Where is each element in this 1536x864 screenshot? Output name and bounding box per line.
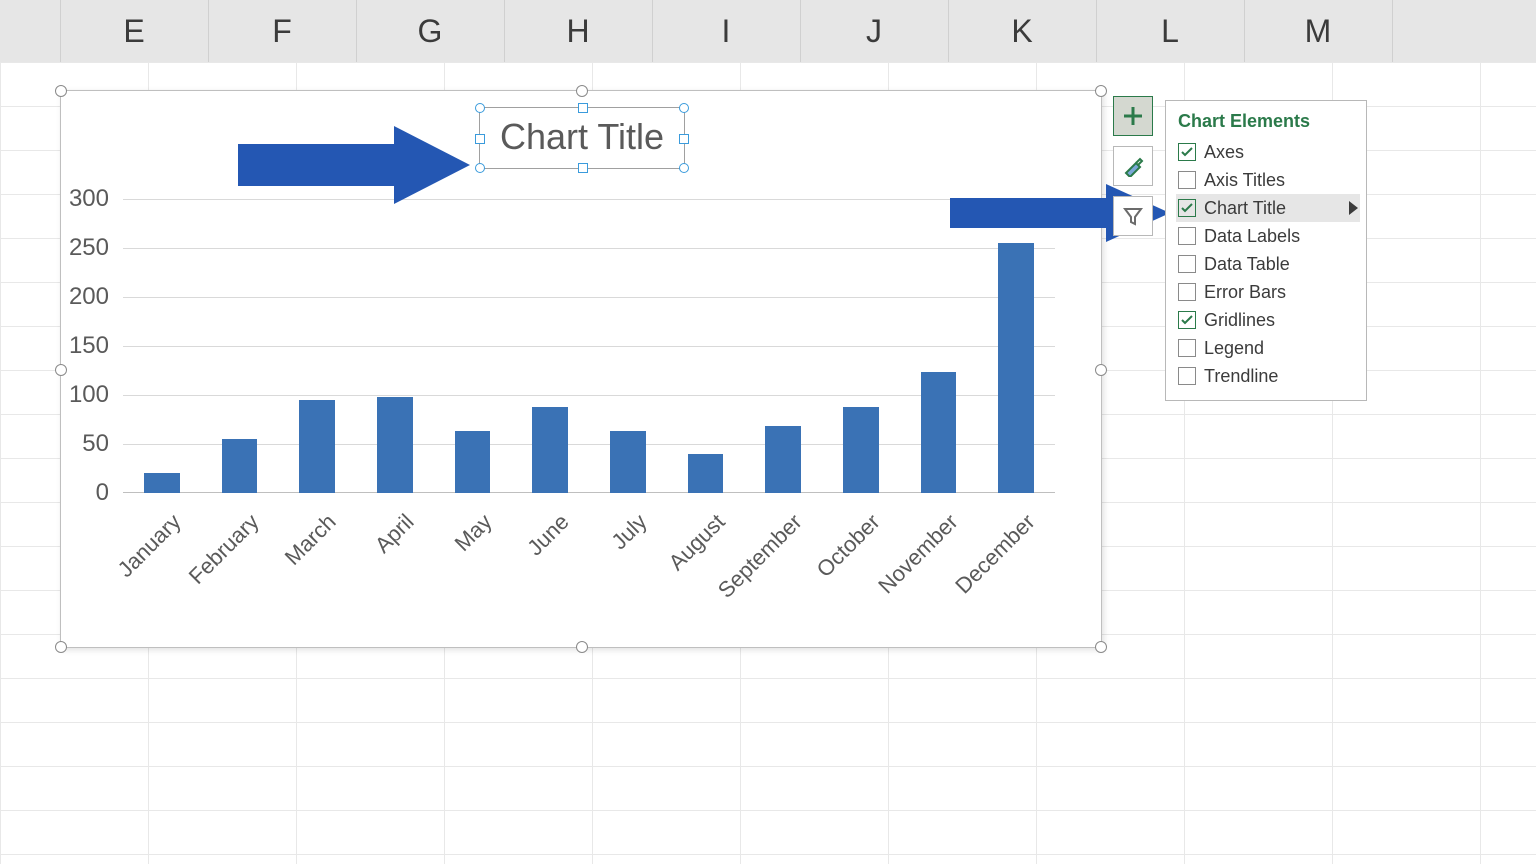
- gridline: [123, 346, 1055, 347]
- chart-element-option[interactable]: Axis Titles: [1176, 166, 1360, 194]
- column-header[interactable]: M: [1244, 0, 1393, 62]
- checkbox[interactable]: [1178, 171, 1196, 189]
- resize-handle[interactable]: [576, 85, 588, 97]
- chart-element-option[interactable]: Data Labels: [1176, 222, 1360, 250]
- chart-filters-button[interactable]: [1113, 196, 1153, 236]
- title-handle[interactable]: [578, 103, 588, 113]
- checkbox[interactable]: [1178, 199, 1196, 217]
- annotation-arrow-to-title: [238, 126, 470, 204]
- gridline: [123, 248, 1055, 249]
- flyout-title: Chart Elements: [1178, 111, 1360, 132]
- plot-area[interactable]: 050100150200250300JanuaryFebruaryMarchAp…: [123, 199, 1055, 493]
- y-tick-label: 200: [29, 283, 109, 311]
- submenu-caret-icon[interactable]: [1349, 201, 1358, 215]
- title-handle[interactable]: [679, 103, 689, 113]
- y-tick-label: 100: [29, 381, 109, 409]
- option-label: Error Bars: [1204, 282, 1286, 303]
- chart-element-option[interactable]: Legend: [1176, 334, 1360, 362]
- bar[interactable]: [299, 400, 335, 493]
- checkbox[interactable]: [1178, 255, 1196, 273]
- option-label: Data Table: [1204, 254, 1290, 275]
- checkbox[interactable]: [1178, 311, 1196, 329]
- chart-element-option[interactable]: Error Bars: [1176, 278, 1360, 306]
- title-handle[interactable]: [475, 134, 485, 144]
- column-header[interactable]: H: [504, 0, 653, 62]
- option-label: Chart Title: [1204, 198, 1286, 219]
- checkbox[interactable]: [1178, 339, 1196, 357]
- checkbox[interactable]: [1178, 367, 1196, 385]
- resize-handle[interactable]: [1095, 85, 1107, 97]
- bar[interactable]: [688, 454, 724, 493]
- column-header[interactable]: F: [208, 0, 357, 62]
- resize-handle[interactable]: [1095, 364, 1107, 376]
- chart-element-option[interactable]: Chart Title: [1176, 194, 1360, 222]
- resize-handle[interactable]: [55, 85, 67, 97]
- embedded-chart[interactable]: Chart Title 050100150200250300JanuaryFeb…: [60, 90, 1102, 648]
- column-header[interactable]: L: [1096, 0, 1245, 62]
- bar[interactable]: [998, 243, 1034, 493]
- title-handle[interactable]: [578, 163, 588, 173]
- resize-handle[interactable]: [55, 364, 67, 376]
- bar[interactable]: [765, 426, 801, 493]
- checkbox[interactable]: [1178, 283, 1196, 301]
- chart-elements-flyout: Chart Elements Axes Axis Titles Chart Titl…: [1165, 100, 1367, 401]
- title-handle[interactable]: [475, 103, 485, 113]
- column-header[interactable]: J: [800, 0, 949, 62]
- bar[interactable]: [843, 407, 879, 493]
- y-tick-label: 0: [29, 479, 109, 507]
- x-axis-line: [123, 492, 1055, 493]
- bar[interactable]: [532, 407, 568, 493]
- checkbox[interactable]: [1178, 143, 1196, 161]
- column-header[interactable]: G: [356, 0, 505, 62]
- title-handle[interactable]: [679, 134, 689, 144]
- column-header-row: EFGHIJKLM: [0, 0, 1536, 63]
- chart-title-text[interactable]: Chart Title: [480, 108, 684, 166]
- title-handle[interactable]: [679, 163, 689, 173]
- y-tick-label: 300: [29, 185, 109, 213]
- option-label: Data Labels: [1204, 226, 1300, 247]
- bar[interactable]: [921, 372, 957, 493]
- y-tick-label: 250: [29, 234, 109, 262]
- column-header[interactable]: E: [60, 0, 209, 62]
- y-tick-label: 50: [29, 430, 109, 458]
- resize-handle[interactable]: [1095, 641, 1107, 653]
- option-label: Gridlines: [1204, 310, 1275, 331]
- checkbox[interactable]: [1178, 227, 1196, 245]
- bar[interactable]: [144, 473, 180, 493]
- chart-elements-button[interactable]: [1113, 96, 1153, 136]
- y-tick-label: 150: [29, 332, 109, 360]
- chart-styles-button[interactable]: [1113, 146, 1153, 186]
- gridline: [123, 395, 1055, 396]
- option-label: Axis Titles: [1204, 170, 1285, 191]
- chart-element-option[interactable]: Trendline: [1176, 362, 1360, 390]
- chart-element-option[interactable]: Axes: [1176, 138, 1360, 166]
- gridline: [123, 297, 1055, 298]
- option-label: Axes: [1204, 142, 1244, 163]
- gridline: [123, 444, 1055, 445]
- title-handle[interactable]: [475, 163, 485, 173]
- option-label: Trendline: [1204, 366, 1278, 387]
- bar[interactable]: [455, 431, 491, 493]
- column-header[interactable]: I: [652, 0, 801, 62]
- bar[interactable]: [377, 397, 413, 493]
- resize-handle[interactable]: [576, 641, 588, 653]
- bar[interactable]: [610, 431, 646, 493]
- bar[interactable]: [222, 439, 258, 493]
- column-header[interactable]: K: [948, 0, 1097, 62]
- chart-element-option[interactable]: Data Table: [1176, 250, 1360, 278]
- option-label: Legend: [1204, 338, 1264, 359]
- chart-title-textbox[interactable]: Chart Title: [479, 107, 685, 169]
- resize-handle[interactable]: [55, 641, 67, 653]
- chart-element-option[interactable]: Gridlines: [1176, 306, 1360, 334]
